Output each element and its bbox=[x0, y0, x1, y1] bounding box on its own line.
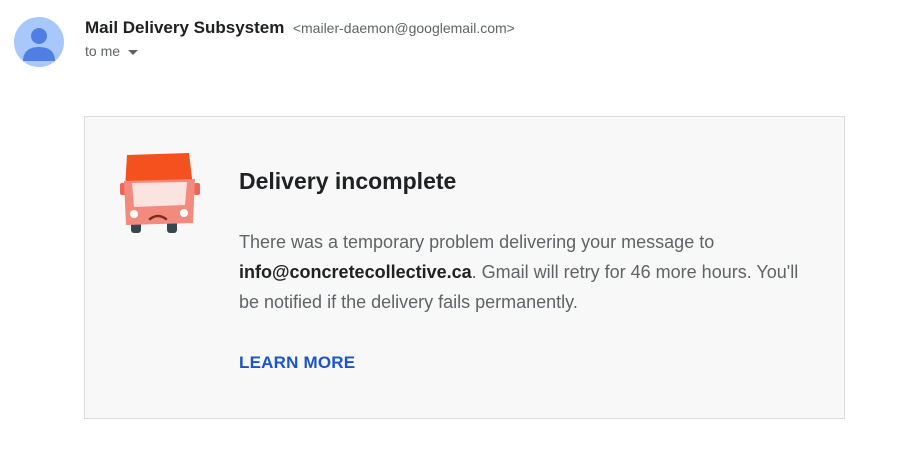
person-icon bbox=[14, 17, 64, 67]
sender-line: Mail Delivery Subsystem <mailer-daemon@g… bbox=[85, 17, 515, 40]
caret-down-icon[interactable] bbox=[128, 49, 139, 55]
avatar[interactable] bbox=[14, 17, 64, 67]
sender-email: <mailer-daemon@googlemail.com> bbox=[292, 20, 515, 36]
recipient-address: info@concretecollective.ca bbox=[239, 262, 472, 282]
sad-truck-icon bbox=[117, 151, 203, 237]
recipient-details-toggle[interactable]: to me bbox=[85, 43, 139, 59]
message-text-start: There was a temporary problem delivering… bbox=[239, 232, 715, 252]
delivery-status-card: Delivery incomplete There was a temporar… bbox=[84, 116, 845, 419]
card-title: Delivery incomplete bbox=[239, 168, 457, 194]
learn-more-link[interactable]: LEARN MORE bbox=[239, 353, 355, 373]
card-message: There was a temporary problem delivering… bbox=[239, 227, 819, 317]
recipient-label: to me bbox=[85, 43, 121, 59]
sender-name[interactable]: Mail Delivery Subsystem bbox=[85, 18, 284, 37]
